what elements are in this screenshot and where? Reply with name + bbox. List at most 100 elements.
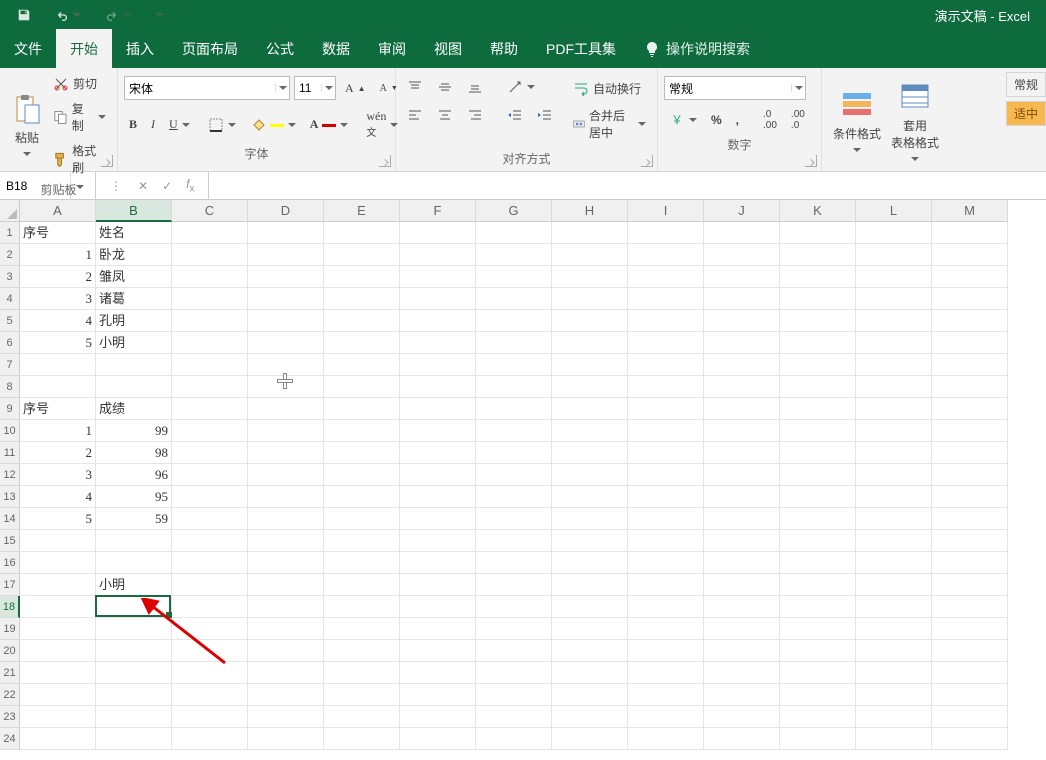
cell[interactable]: [96, 728, 172, 750]
cell[interactable]: [780, 596, 856, 618]
cell[interactable]: [324, 706, 400, 728]
cell[interactable]: 5: [20, 332, 96, 354]
cell[interactable]: [324, 728, 400, 750]
cell[interactable]: [400, 552, 476, 574]
row-header[interactable]: 10: [0, 420, 20, 442]
cell[interactable]: [172, 420, 248, 442]
cell[interactable]: [400, 420, 476, 442]
merge-center-button[interactable]: 合并后居中: [568, 104, 651, 144]
row-header[interactable]: 4: [0, 288, 20, 310]
cell[interactable]: [780, 310, 856, 332]
cell[interactable]: [704, 530, 780, 552]
cell[interactable]: [704, 552, 780, 574]
cell[interactable]: [856, 332, 932, 354]
cell[interactable]: 5: [20, 508, 96, 530]
cut-button[interactable]: 剪切: [48, 72, 111, 95]
cell[interactable]: [932, 618, 1008, 640]
column-header[interactable]: H: [552, 200, 628, 222]
row-header[interactable]: 24: [0, 728, 20, 750]
cell[interactable]: [856, 464, 932, 486]
cell[interactable]: [400, 442, 476, 464]
cell[interactable]: [20, 354, 96, 376]
cell[interactable]: [248, 376, 324, 398]
cell[interactable]: 1: [20, 420, 96, 442]
column-header[interactable]: D: [248, 200, 324, 222]
italic-button[interactable]: I: [146, 114, 160, 135]
cell[interactable]: [172, 508, 248, 530]
undo-icon[interactable]: [50, 5, 86, 25]
align-middle-icon[interactable]: [432, 76, 458, 98]
cell[interactable]: [628, 662, 704, 684]
cell[interactable]: [932, 398, 1008, 420]
cell[interactable]: [400, 728, 476, 750]
cell[interactable]: [324, 398, 400, 420]
cell[interactable]: [96, 376, 172, 398]
align-right-icon[interactable]: [462, 104, 488, 126]
cell[interactable]: 雏凤: [96, 266, 172, 288]
cell[interactable]: [552, 486, 628, 508]
cell[interactable]: [400, 310, 476, 332]
cell[interactable]: [628, 310, 704, 332]
column-header[interactable]: L: [856, 200, 932, 222]
cell[interactable]: [476, 596, 552, 618]
row-header[interactable]: 8: [0, 376, 20, 398]
cell[interactable]: [704, 332, 780, 354]
cell-styles-gallery[interactable]: 常规 适中: [1006, 72, 1046, 126]
cell[interactable]: [780, 728, 856, 750]
cell[interactable]: [172, 552, 248, 574]
cell[interactable]: [248, 442, 324, 464]
cell[interactable]: [932, 662, 1008, 684]
cell[interactable]: 小明: [96, 574, 172, 596]
cell[interactable]: [932, 332, 1008, 354]
column-header[interactable]: J: [704, 200, 780, 222]
cell[interactable]: [552, 618, 628, 640]
cell[interactable]: [780, 618, 856, 640]
cell[interactable]: [400, 530, 476, 552]
cell[interactable]: [20, 552, 96, 574]
cell[interactable]: [400, 398, 476, 420]
cell[interactable]: [400, 662, 476, 684]
row-header[interactable]: 16: [0, 552, 20, 574]
row-header[interactable]: 17: [0, 574, 20, 596]
format-as-table-button[interactable]: 套用 表格格式: [886, 72, 944, 171]
alignment-dialog-launcher[interactable]: [641, 155, 653, 167]
border-button[interactable]: [203, 114, 241, 136]
cell[interactable]: [324, 530, 400, 552]
cell[interactable]: [552, 310, 628, 332]
tab-insert[interactable]: 插入: [112, 29, 168, 68]
cell[interactable]: 2: [20, 266, 96, 288]
cell[interactable]: [476, 266, 552, 288]
cell[interactable]: [172, 222, 248, 244]
cell[interactable]: [780, 684, 856, 706]
cell[interactable]: [856, 288, 932, 310]
spreadsheet-grid[interactable]: ABCDEFGHIJKLM 12345678910111213141516171…: [0, 200, 1046, 760]
row-header[interactable]: 7: [0, 354, 20, 376]
cell[interactable]: [172, 618, 248, 640]
cell[interactable]: [20, 640, 96, 662]
cell[interactable]: [780, 640, 856, 662]
cell[interactable]: 2: [20, 442, 96, 464]
tab-pdf-tools[interactable]: PDF工具集: [532, 29, 630, 68]
cell[interactable]: [248, 420, 324, 442]
quick-access-customize-icon[interactable]: [150, 8, 168, 22]
cell[interactable]: [932, 574, 1008, 596]
cell[interactable]: [248, 266, 324, 288]
cell[interactable]: [552, 376, 628, 398]
cell[interactable]: [476, 398, 552, 420]
cell[interactable]: [856, 574, 932, 596]
cell[interactable]: [856, 552, 932, 574]
cell[interactable]: [552, 574, 628, 596]
column-header[interactable]: E: [324, 200, 400, 222]
cell[interactable]: [704, 508, 780, 530]
column-header[interactable]: C: [172, 200, 248, 222]
cell[interactable]: [856, 728, 932, 750]
cell[interactable]: [780, 530, 856, 552]
cell[interactable]: [552, 420, 628, 442]
column-header[interactable]: B: [96, 200, 172, 222]
tab-file[interactable]: 文件: [0, 29, 56, 68]
cell[interactable]: [248, 310, 324, 332]
cell[interactable]: [172, 266, 248, 288]
row-header[interactable]: 23: [0, 706, 20, 728]
comma-button[interactable]: ,: [731, 110, 744, 130]
cell[interactable]: [704, 442, 780, 464]
